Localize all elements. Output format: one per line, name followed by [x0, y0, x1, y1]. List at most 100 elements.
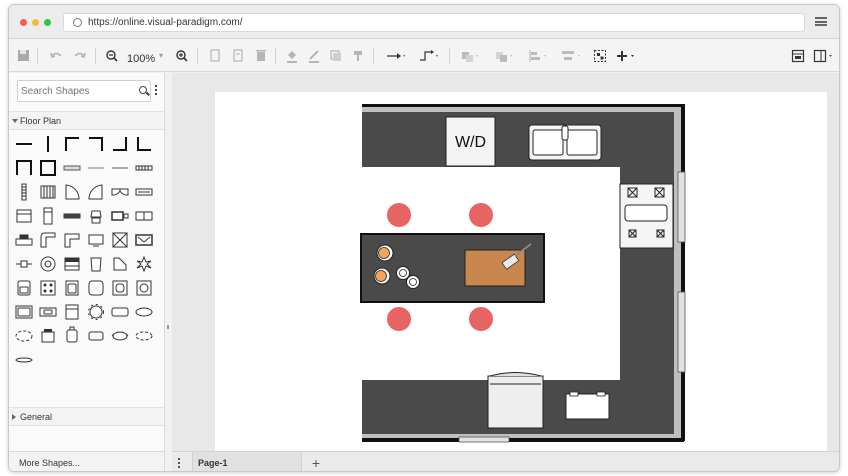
delete-icon[interactable] — [255, 47, 267, 65]
cooktop-shape[interactable] — [37, 277, 59, 299]
door-double-shape[interactable] — [109, 181, 131, 203]
cabinet-shape[interactable] — [61, 301, 83, 323]
door-right-shape[interactable] — [85, 181, 107, 203]
sink-single-shape[interactable] — [61, 277, 83, 299]
distribute-icon[interactable] — [559, 47, 583, 65]
counter-shape[interactable] — [61, 205, 83, 227]
address-bar[interactable]: https://online.visual-paradigm.com/ — [63, 13, 805, 32]
rect-table-shape[interactable] — [109, 301, 131, 323]
section-general[interactable]: General — [9, 407, 164, 426]
range-shape[interactable] — [61, 253, 83, 275]
chair-shape[interactable] — [13, 277, 35, 299]
browser-menu-icon[interactable] — [815, 17, 827, 26]
insert-icon[interactable] — [615, 47, 639, 65]
save-icon[interactable] — [17, 47, 31, 65]
table-chairs-shape[interactable] — [61, 325, 83, 347]
stove-shape[interactable] — [37, 325, 59, 347]
stairs-vertical-shape[interactable] — [13, 181, 35, 203]
shelf-shape[interactable] — [109, 253, 131, 275]
pages-menu-icon[interactable] — [178, 458, 180, 468]
close-window-dot[interactable] — [20, 19, 27, 26]
bin-shape[interactable] — [85, 253, 107, 275]
redo-icon[interactable] — [73, 47, 87, 65]
wall-corner-br-shape[interactable] — [109, 133, 131, 155]
align-icon[interactable] — [527, 47, 549, 65]
search-shapes-input[interactable] — [18, 81, 138, 101]
bookshelf-shape[interactable] — [133, 205, 155, 227]
wall-u-shape[interactable] — [13, 157, 35, 179]
monitor-shape[interactable] — [85, 229, 107, 251]
sink-round-shape[interactable] — [85, 277, 107, 299]
minimize-window-dot[interactable] — [32, 19, 39, 26]
wall-corner-bl-shape[interactable] — [133, 133, 155, 155]
more-shapes-button[interactable]: More Shapes... — [9, 451, 164, 471]
wall-thin-shape[interactable] — [109, 157, 131, 179]
desk-corner-shape[interactable] — [61, 229, 83, 251]
sidebar-resize-handle[interactable] — [167, 325, 169, 329]
crate-shape[interactable] — [109, 229, 131, 251]
maximize-window-dot[interactable] — [44, 19, 51, 26]
envelope-shape[interactable] — [133, 229, 155, 251]
waypoint-style-icon[interactable] — [417, 47, 441, 65]
section-floor-plan[interactable]: Floor Plan — [9, 111, 164, 130]
plant-shape[interactable] — [133, 253, 155, 275]
shapes-sidebar: Floor Plan — [9, 73, 165, 471]
sink-double-shape[interactable] — [13, 301, 35, 323]
stairs-wide-shape[interactable] — [37, 181, 59, 203]
wall-bottom — [362, 438, 684, 442]
page-tab[interactable]: Page-1 — [192, 452, 302, 471]
counter-sink-shape[interactable] — [37, 301, 59, 323]
printer-shape[interactable] — [13, 229, 35, 251]
format-painter-icon[interactable] — [351, 47, 365, 65]
zoom-dropdown-icon[interactable]: ▾ — [159, 47, 163, 65]
diagram-page: W/D — [215, 92, 827, 451]
room-shape[interactable] — [37, 157, 59, 179]
diagram-canvas[interactable]: W/D — [172, 73, 839, 451]
wall-horizontal-shape[interactable] — [13, 133, 35, 155]
washbasin-shape[interactable] — [133, 277, 155, 299]
wall-corner-tl-shape[interactable] — [61, 133, 83, 155]
sink-corner-shape[interactable] — [109, 277, 131, 299]
paste-icon[interactable] — [232, 47, 244, 65]
wall-vertical-shape[interactable] — [37, 133, 59, 155]
wall-corner-tr-shape[interactable] — [85, 133, 107, 155]
oval-table-shape[interactable] — [133, 301, 155, 323]
round-table-shape[interactable] — [85, 301, 107, 323]
door-opening — [458, 436, 510, 443]
tv-shape[interactable] — [109, 205, 131, 227]
sidebar-options-icon[interactable] — [155, 85, 158, 97]
table-four-seat-shape[interactable] — [13, 325, 35, 347]
dining-set-shape[interactable] — [85, 325, 107, 347]
zoom-in-icon[interactable] — [175, 47, 189, 65]
add-page-icon[interactable]: + — [308, 455, 324, 471]
conference-table-shape[interactable] — [133, 325, 155, 347]
outline-panel-icon[interactable] — [813, 47, 837, 65]
table-lamp-shape[interactable] — [13, 253, 35, 275]
undo-icon[interactable] — [49, 47, 63, 65]
zoom-out-icon[interactable] — [105, 47, 119, 65]
fan-shape[interactable] — [37, 253, 59, 275]
l-counter-shape[interactable] — [37, 229, 59, 251]
rug-shape[interactable] — [13, 349, 35, 371]
door-left-shape[interactable] — [61, 181, 83, 203]
connector-style-icon[interactable] — [385, 47, 407, 65]
search-icon[interactable] — [139, 86, 147, 94]
top-counter — [362, 112, 674, 167]
window-frame-shape[interactable] — [13, 205, 35, 227]
copy-icon[interactable] — [209, 47, 221, 65]
lamp-shape[interactable] — [85, 205, 107, 227]
fill-color-icon[interactable] — [285, 47, 299, 65]
zoom-level[interactable]: 100% — [127, 53, 155, 65]
opening-shape[interactable] — [85, 157, 107, 179]
window-shape[interactable] — [61, 157, 83, 179]
sliding-door-shape[interactable] — [133, 181, 155, 203]
stairs-horizontal-shape[interactable] — [133, 157, 155, 179]
shadow-icon[interactable] — [329, 47, 343, 65]
cabinet-tall-shape[interactable] — [37, 205, 59, 227]
to-back-icon[interactable] — [493, 47, 515, 65]
line-color-icon[interactable] — [307, 47, 321, 65]
format-panel-icon[interactable] — [791, 47, 805, 65]
sofa-shape[interactable] — [109, 325, 131, 347]
to-front-icon[interactable] — [459, 47, 481, 65]
group-icon[interactable] — [593, 47, 607, 65]
